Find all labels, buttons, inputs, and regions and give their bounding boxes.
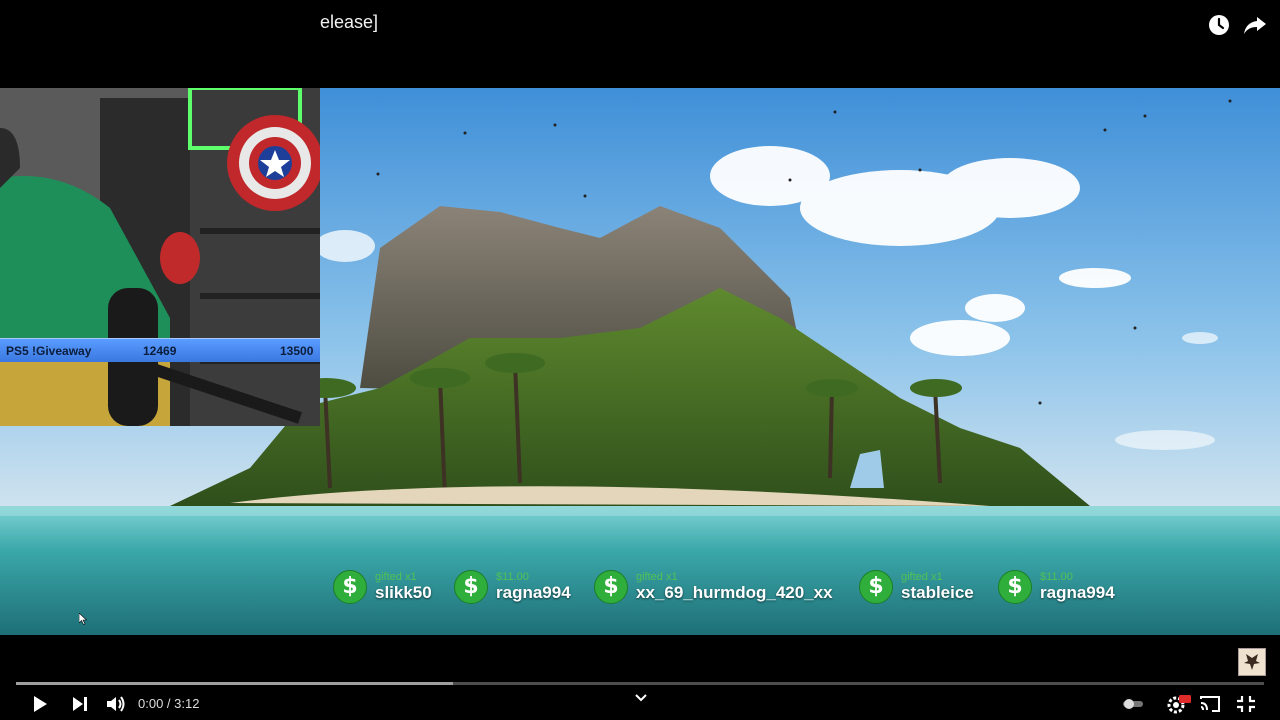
alert-subtext: gifted x1 (636, 571, 678, 583)
alert-username: ragna994 (1040, 583, 1115, 602)
giveaway-progress-bar: PS5 !Giveaway 12469 13500 (0, 338, 320, 362)
share-icon[interactable] (1242, 12, 1268, 38)
progress-bar[interactable] (16, 682, 1264, 685)
giveaway-goal: 13500 (280, 344, 314, 358)
alert-subtext: gifted x1 (901, 571, 943, 583)
dollar-coin-icon: $ (333, 570, 367, 604)
alert-subtext: $11.00 (1040, 571, 1073, 583)
webcam-feed (0, 88, 320, 426)
video-title[interactable]: elease] (320, 12, 378, 33)
alert-username: slikk50 (375, 583, 432, 602)
volume-icon[interactable] (104, 693, 128, 715)
next-icon[interactable] (68, 693, 92, 715)
cast-icon[interactable] (1198, 693, 1222, 715)
dollar-coin-icon: $ (859, 570, 893, 604)
giveaway-current: 12469 (143, 344, 177, 358)
top-bar: elease] (0, 0, 1280, 88)
progress-buffered (16, 682, 453, 685)
dollar-coin-icon: $ (998, 570, 1032, 604)
alert-username: ragna994 (496, 583, 571, 602)
time-display: 0:00 / 3:12 (138, 696, 200, 711)
giveaway-label: PS5 !Giveaway (6, 344, 92, 358)
chevron-down-icon[interactable] (633, 690, 649, 704)
play-icon[interactable] (28, 693, 52, 715)
alert-username: xx_69_hurmdog_420_xx (636, 583, 833, 602)
settings-icon[interactable] (1164, 693, 1192, 715)
donation-alerts: $ gifted x1 slikk50 $ $11.00 ragna994 $ … (0, 570, 1280, 606)
autoplay-toggle-icon[interactable] (1121, 693, 1147, 715)
dollar-coin-icon: $ (454, 570, 488, 604)
exit-fullscreen-icon[interactable] (1234, 693, 1258, 715)
player-controls: 0:00 / 3:12 (0, 688, 1280, 720)
mouse-cursor-icon (79, 613, 87, 625)
alert-subtext: gifted x1 (375, 571, 417, 583)
channel-logo-icon[interactable] (1238, 648, 1266, 676)
streamer-webcam (0, 88, 320, 426)
alert-subtext: $11.00 (496, 571, 529, 583)
dollar-coin-icon: $ (594, 570, 628, 604)
clock-icon[interactable] (1206, 12, 1232, 38)
alert-username: stableice (901, 583, 974, 602)
